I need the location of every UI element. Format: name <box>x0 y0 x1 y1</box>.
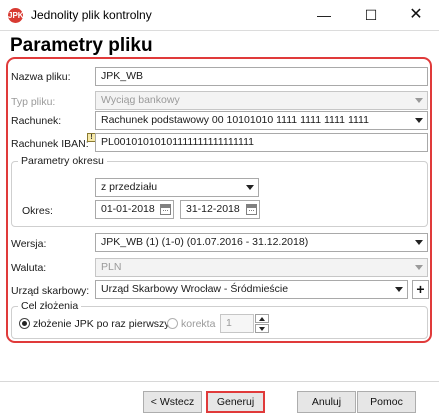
title-bar: JPK Jednolity plik kontrolny — ☐ ✕ <box>0 0 439 31</box>
period-group-title: Parametry okresu <box>18 155 107 167</box>
generate-button[interactable]: Generuj <box>206 391 265 413</box>
currency-label: Waluta: <box>11 262 47 274</box>
account-value: Rachunek podstawowy 00 10101010 1111 111… <box>101 114 369 126</box>
period-range-select[interactable]: z przedziału <box>95 178 259 197</box>
first-submission-radio[interactable] <box>19 318 30 329</box>
calendar-icon[interactable] <box>160 204 171 215</box>
footer-divider <box>0 381 439 382</box>
currency-select[interactable]: PLN <box>95 258 428 277</box>
maximize-button[interactable]: ☐ <box>348 0 394 30</box>
calendar-icon[interactable] <box>246 204 257 215</box>
account-select[interactable]: Rachunek podstawowy 00 10101010 1111 111… <box>95 111 428 130</box>
chevron-down-icon <box>415 118 423 123</box>
date-from-input[interactable]: 01-01-2018 <box>95 200 174 219</box>
file-type-select[interactable]: Wyciąg bankowy <box>95 91 428 110</box>
period-label: Okres: <box>22 205 53 217</box>
version-select[interactable]: JPK_WB (1) (1-0) (01.07.2016 - 31.12.201… <box>95 233 428 252</box>
purpose-group-title: Cel złożenia <box>18 300 82 312</box>
correction-stepper[interactable] <box>255 314 269 333</box>
account-label: Rachunek: <box>11 115 62 127</box>
chevron-down-icon <box>246 185 254 190</box>
chevron-down-icon <box>415 265 423 270</box>
correction-label: korekta <box>181 318 216 330</box>
date-to-input[interactable]: 31-12-2018 <box>180 200 260 219</box>
file-type-value: Wyciąg bankowy <box>101 94 180 106</box>
version-value: JPK_WB (1) (1-0) (01.07.2016 - 31.12.201… <box>101 236 309 248</box>
chevron-down-icon <box>415 240 423 245</box>
file-name-input[interactable]: JPK_WB <box>95 67 428 86</box>
tax-office-label: Urząd skarbowy: <box>11 285 90 297</box>
file-type-label: Typ pliku: <box>11 96 56 108</box>
stepper-up-icon[interactable] <box>255 314 269 323</box>
back-button[interactable]: < Wstecz <box>143 391 202 413</box>
file-name-label: Nazwa pliku: <box>11 71 71 83</box>
iban-input[interactable]: PL00101010101111111111111111 <box>95 133 428 152</box>
currency-value: PLN <box>101 261 122 273</box>
cancel-button[interactable]: Anuluj <box>297 391 356 413</box>
page-title: Parametry pliku <box>10 35 153 56</box>
chevron-down-icon <box>415 98 423 103</box>
date-to-value: 31-12-2018 <box>186 203 240 215</box>
window-title: Jednolity plik kontrolny <box>31 8 152 22</box>
tax-office-select[interactable]: Urząd Skarbowy Wrocław - Śródmieście <box>95 280 408 299</box>
app-logo-icon: JPK <box>8 8 24 23</box>
minimize-button[interactable]: — <box>301 0 347 30</box>
iban-label: Rachunek IBAN: <box>11 138 89 150</box>
tax-office-value: Urząd Skarbowy Wrocław - Śródmieście <box>101 283 289 295</box>
stepper-down-icon[interactable] <box>255 324 269 333</box>
version-label: Wersja: <box>11 238 47 250</box>
first-submission-label[interactable]: złożenie JPK po raz pierwszy <box>33 318 170 330</box>
chevron-down-icon <box>395 287 403 292</box>
correction-radio[interactable] <box>167 318 178 329</box>
date-from-value: 01-01-2018 <box>101 203 155 215</box>
period-range-value: z przedziału <box>101 181 158 193</box>
add-tax-office-button[interactable]: + <box>412 280 429 299</box>
correction-number-input[interactable]: 1 <box>220 314 254 333</box>
help-button[interactable]: Pomoc <box>357 391 416 413</box>
close-button[interactable]: ✕ <box>393 0 439 30</box>
